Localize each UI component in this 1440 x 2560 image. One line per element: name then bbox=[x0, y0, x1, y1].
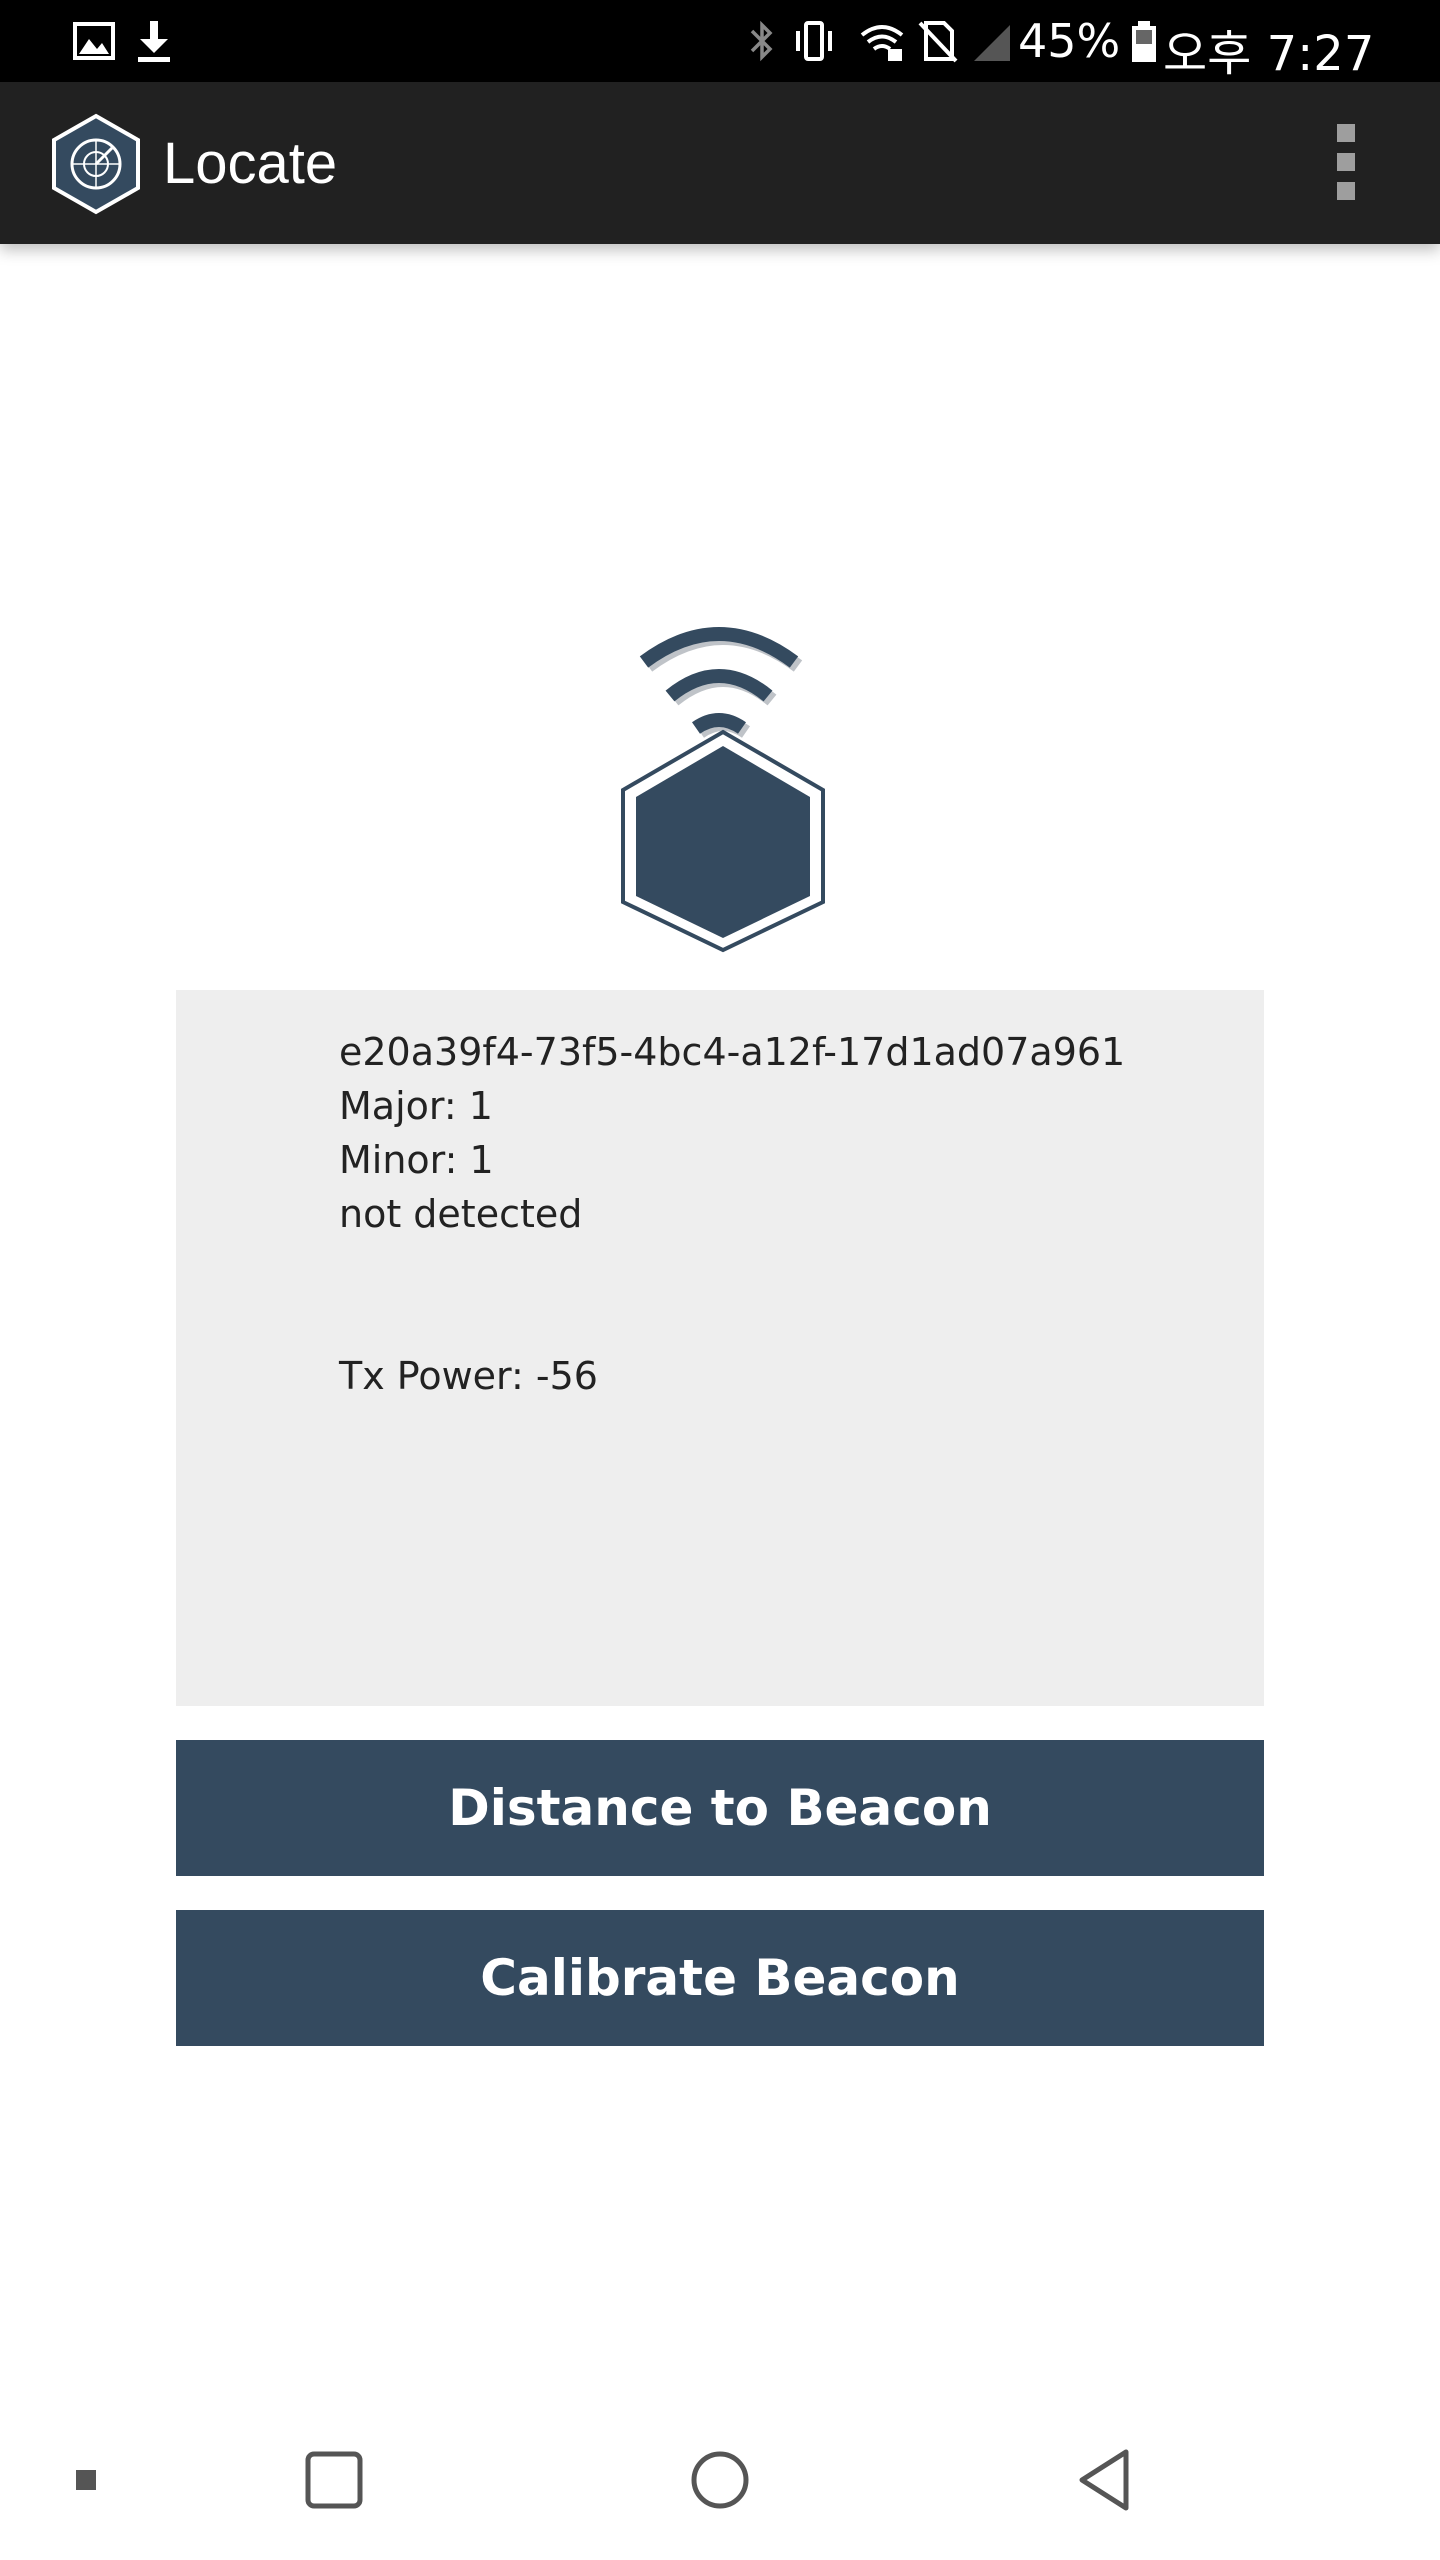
overflow-menu-icon[interactable] bbox=[1320, 124, 1372, 200]
vibrate-icon bbox=[796, 21, 832, 61]
calibrate-beacon-button[interactable]: Calibrate Beacon bbox=[176, 1910, 1264, 2046]
radar-hexagon-icon[interactable] bbox=[48, 112, 144, 216]
beacon-tx-power: Tx Power: -56 bbox=[339, 1354, 598, 1398]
menu-dot bbox=[1337, 182, 1355, 200]
no-sim-icon bbox=[918, 21, 958, 63]
beacon-info-panel: e20a39f4-73f5-4bc4-a12f-17d1ad07a961 Maj… bbox=[176, 990, 1264, 1706]
beacon-major: Major: 1 bbox=[339, 1084, 493, 1128]
recents-icon[interactable] bbox=[294, 2440, 374, 2520]
back-icon[interactable] bbox=[1066, 2440, 1146, 2520]
beacon-signal-icon bbox=[621, 627, 825, 953]
menu-dot bbox=[1337, 153, 1355, 171]
bluetooth-icon bbox=[750, 20, 773, 62]
beacon-uuid: e20a39f4-73f5-4bc4-a12f-17d1ad07a961 bbox=[339, 1030, 1126, 1074]
download-icon bbox=[138, 21, 170, 62]
dot-icon[interactable] bbox=[46, 2440, 126, 2520]
app-bar: Locate bbox=[0, 82, 1440, 244]
distance-to-beacon-button[interactable]: Distance to Beacon bbox=[176, 1740, 1264, 1876]
battery-icon bbox=[1132, 21, 1156, 62]
beacon-status: not detected bbox=[339, 1192, 583, 1236]
beacon-minor: Minor: 1 bbox=[339, 1138, 494, 1182]
signal-icon bbox=[974, 25, 1010, 61]
status-bar: 45% 오후 7:27 bbox=[0, 0, 1440, 82]
image-icon bbox=[73, 22, 115, 60]
clock: 오후 7:27 bbox=[1163, 26, 1375, 82]
wifi-lock-icon bbox=[860, 25, 904, 61]
navigation-bar bbox=[0, 2400, 1440, 2560]
battery-percent: 45% bbox=[1018, 14, 1121, 68]
menu-dot bbox=[1337, 124, 1355, 142]
home-icon[interactable] bbox=[680, 2440, 760, 2520]
app-title: Locate bbox=[163, 131, 338, 196]
